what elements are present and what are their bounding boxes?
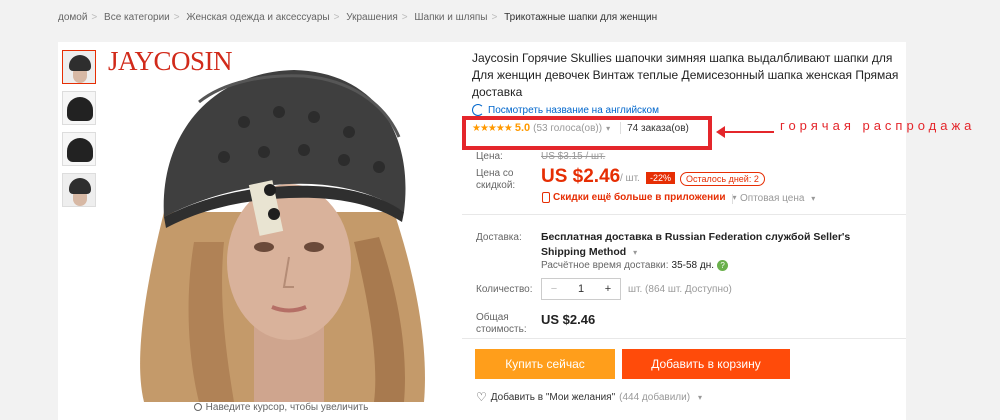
thumbnail-3[interactable] (62, 132, 96, 166)
price-label: Цена: (476, 151, 503, 162)
breadcrumb-home[interactable]: домой (58, 12, 87, 23)
shipping-label: Доставка: (476, 232, 522, 243)
app-promo-link[interactable]: Скидки ещё больше в приложении ▾ (542, 192, 741, 203)
magnifier-icon (193, 403, 202, 411)
chevron-down-icon: ▾ (732, 193, 737, 202)
annotation-arrow (716, 126, 774, 138)
chevron-down-icon[interactable]: ▾ (606, 124, 610, 133)
add-to-wishlist-link[interactable]: ♡ Добавить в "Мои желания" (444 добавили… (476, 390, 706, 404)
buy-now-button[interactable]: Купить сейчас (475, 349, 615, 379)
thumbnail-strip (62, 50, 98, 214)
discount-price-label: Цена со скидкой: (476, 168, 516, 191)
rating-row: ★★★★★ 5.0 (53 голоса(ов)) ▾ 74 заказа(ов… (472, 122, 689, 134)
old-price: US $3.15 / шт. (541, 151, 606, 162)
thumbnail-2[interactable] (62, 91, 96, 125)
thumbnail-1[interactable] (62, 50, 96, 84)
rating-score: 5.0 (514, 122, 531, 134)
product-title: Jaycosin Горячие Skullies шапочки зимняя… (472, 51, 899, 99)
orders-count: 74 заказа(ов) (627, 122, 689, 134)
quantity-available: шт. (864 шт. Доступно) (628, 284, 732, 295)
annotation-text: горячая распродажа (780, 118, 976, 133)
breadcrumb-jewelry[interactable]: Украшения (346, 12, 398, 23)
breadcrumb-hats[interactable]: Шапки и шляпы (414, 12, 487, 23)
divider (462, 338, 906, 339)
current-price: US $2.46 (541, 166, 621, 187)
chevron-down-icon: ▾ (633, 248, 638, 257)
hat-model-photo (140, 70, 425, 402)
quantity-minus-button[interactable]: − (542, 283, 566, 295)
total-label: Общая стоимость: (476, 312, 527, 335)
chevron-down-icon: ▾ (811, 194, 816, 203)
product-main-image[interactable]: JAYCOSIN (104, 42, 458, 402)
breadcrumb-women-clothing[interactable]: Женская одежда и аксессуары (186, 12, 329, 23)
quantity-label: Количество: (476, 284, 533, 295)
zoom-hint: Наведите курсор, чтобы увеличить (104, 402, 458, 413)
product-card: JAYCOSIN Наведите курсор, чтобы увеличит… (58, 42, 971, 420)
breadcrumb-current: Трикотажные шапки для женщин (504, 12, 658, 23)
help-icon[interactable]: ? (717, 260, 729, 271)
total-price: US $2.46 (541, 312, 596, 327)
discount-badge: -22% (646, 172, 676, 184)
wishlist-count: (444 добавили) (619, 391, 691, 403)
divider (462, 214, 906, 215)
add-to-cart-button[interactable]: Добавить в корзину (622, 349, 790, 379)
phone-icon (542, 192, 550, 203)
thumbnail-4[interactable] (62, 173, 96, 207)
breadcrumb-all-categories[interactable]: Все категории (104, 12, 170, 23)
breadcrumb: домой > Все категории > Женская одежда и а… (58, 12, 658, 23)
shipping-method[interactable]: Бесплатная доставка в Russian Federation… (541, 230, 881, 260)
translate-link[interactable]: Посмотреть название на английском (472, 104, 902, 116)
product-info: Jaycosin Горячие Skullies шапочки зимняя… (472, 50, 902, 116)
quantity-plus-button[interactable]: + (596, 283, 620, 295)
delivery-time: Расчётное время доставки: 35-58 дн.? (541, 260, 729, 271)
quantity-input[interactable]: 1 (569, 283, 593, 295)
quantity-stepper: − 1 + (541, 278, 621, 300)
heart-icon: ♡ (476, 390, 487, 404)
brand-logo: JAYCOSIN (108, 46, 233, 76)
star-rating-icon: ★★★★★ (472, 122, 513, 134)
translate-icon (472, 104, 484, 116)
days-left-badge: Осталось дней: 2 (680, 172, 765, 186)
wholesale-price-link[interactable]: Оптовая цена ▾ (731, 193, 819, 204)
votes-count[interactable]: (53 голоса(ов)) (533, 123, 602, 134)
chevron-down-icon: ▾ (698, 392, 703, 402)
price-unit: / шт. (620, 173, 640, 184)
